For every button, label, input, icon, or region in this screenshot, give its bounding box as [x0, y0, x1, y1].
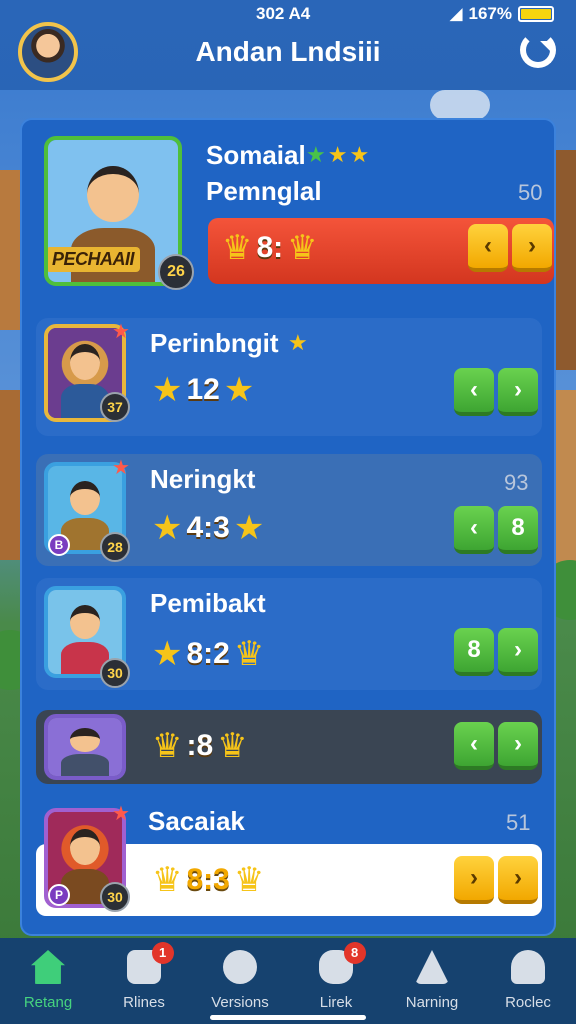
star-icon: ★	[152, 371, 183, 409]
level-badge: 26	[158, 254, 194, 290]
stat-value: 8:2	[186, 637, 230, 670]
list-item[interactable]: ♛ :8 ♛ ‹ ›	[36, 710, 542, 784]
player-name: Somaial	[206, 140, 306, 170]
stat-value: 4:3	[186, 511, 230, 544]
list-item[interactable]: PECHAAII 26 Somaial ★★★ Pemnglal 50 ♛ 8:…	[36, 120, 554, 304]
star-badge-icon: ★	[112, 321, 130, 343]
prev-button[interactable]: ‹	[468, 224, 508, 272]
nav-item-lirek[interactable]: 8 Lirek	[288, 938, 384, 1024]
leaderboard-panel: PECHAAII 26 Somaial ★★★ Pemnglal 50 ♛ 8:…	[20, 118, 556, 936]
next-button[interactable]: ›	[498, 856, 538, 904]
stat-value: 12	[186, 373, 220, 406]
player-name: Perinbngit	[150, 328, 279, 358]
star-icon: ♛	[233, 635, 265, 673]
action-buttons: ‹ ›	[468, 224, 552, 272]
stat-display: ★ 12 ★	[152, 370, 254, 410]
level-badge: 30	[100, 882, 130, 912]
nav-item-roclec[interactable]: Roclec	[480, 938, 576, 1024]
player-name: Sacaiak	[148, 806, 245, 836]
star-icon: ♛	[233, 861, 265, 899]
nav-label: Versions	[211, 994, 269, 1011]
next-button[interactable]: ›	[498, 368, 538, 416]
home-indicator	[210, 1015, 366, 1020]
level-badge: 28	[100, 532, 130, 562]
star-icon: ★	[223, 371, 255, 409]
refresh-icon[interactable]	[520, 32, 556, 68]
nav-label: Lirek	[319, 994, 353, 1011]
warning-icon	[415, 950, 449, 984]
action-buttons: ‹ ›	[454, 722, 538, 770]
star-icon: ♛	[287, 229, 318, 267]
star-icon: ♛	[217, 727, 248, 765]
star-rating: ★	[288, 330, 310, 355]
player-name: Pemibakt	[150, 588, 266, 618]
action-buttons: ‹ 8	[454, 506, 538, 554]
nav-item-narning[interactable]: Narning	[384, 938, 480, 1024]
level-badge: 37	[100, 392, 130, 422]
star-icon: ★	[233, 509, 265, 547]
prev-button[interactable]: ›	[454, 856, 494, 904]
stat-display: ♛ 8:3 ♛	[152, 860, 264, 900]
star-icon: ♛	[152, 727, 183, 765]
stat-display: ♛ 8: ♛	[222, 228, 318, 268]
character-banner: PECHAAII	[48, 247, 141, 272]
star-icon: ♛	[222, 229, 253, 267]
level-badge: 30	[100, 658, 130, 688]
player-score: 50	[518, 180, 543, 205]
nav-item-rlines[interactable]: 1 Rlines	[96, 938, 192, 1024]
star-badge-icon: ★	[112, 457, 130, 479]
nav-item-versions[interactable]: Versions	[192, 938, 288, 1024]
nav-item-retang[interactable]: Retang	[0, 938, 96, 1024]
stat-value: :8	[186, 729, 214, 762]
rank-badge: P	[48, 884, 70, 906]
app-header: Andan Lndsiii	[0, 18, 576, 90]
action-buttons: ‹ ›	[454, 368, 538, 416]
page-title: Andan Lndsiii	[195, 36, 381, 67]
nav-label: Rlines	[123, 994, 165, 1011]
notification-badge: 8	[343, 942, 366, 964]
player-score: 93	[504, 470, 529, 495]
next-button[interactable]: ›	[498, 628, 538, 676]
prev-button[interactable]: ‹	[454, 368, 494, 416]
star-icon: ★	[152, 509, 183, 547]
bottom-nav: Retang 1 Rlines Versions 8 Lirek Narning…	[0, 938, 576, 1024]
camera-icon	[223, 950, 257, 984]
stat-display: ★ 8:2 ♛	[152, 634, 264, 674]
star-badge-icon: ★	[112, 803, 130, 825]
nav-label: Narning	[405, 994, 459, 1011]
rank-badge: B	[48, 534, 70, 556]
prev-button[interactable]: ‹	[454, 722, 494, 770]
home-icon	[31, 950, 65, 984]
player-subtitle: Pemnglal	[206, 176, 322, 206]
profile-icon	[511, 950, 545, 984]
next-button[interactable]: ›	[512, 224, 552, 272]
player-score: 51	[506, 810, 531, 835]
star-icon: ★	[152, 635, 183, 673]
prev-button[interactable]: ‹	[454, 506, 494, 554]
character-thumbnail	[44, 714, 126, 780]
stat-display: ♛ :8 ♛	[152, 726, 248, 766]
action-buttons: › ›	[454, 856, 538, 904]
list-item[interactable]: ★ 37 Perinbngit ★ ★ 12 ★ ‹ ›	[36, 318, 542, 436]
stat-display: ★ 4:3 ★	[152, 508, 264, 548]
stat-value: 8:3	[186, 863, 230, 896]
star-icon: ♛	[152, 861, 183, 899]
next-button[interactable]: 8	[498, 506, 538, 554]
prev-button[interactable]: 8	[454, 628, 494, 676]
notification-badge: 1	[151, 942, 174, 964]
list-item[interactable]: Sacaiak 51 ★ P 30 ♛ 8:3 ♛ › ›	[36, 796, 542, 920]
player-name: Neringkt	[150, 464, 256, 494]
next-button[interactable]: ›	[498, 722, 538, 770]
list-item[interactable]: ★ B 28 Neringkt 93 ★ 4:3 ★ ‹ 8	[36, 454, 542, 566]
nav-label: Roclec	[505, 994, 551, 1011]
stat-value: 8:	[256, 231, 284, 264]
star-rating: ★★★	[306, 142, 372, 167]
list-item[interactable]: 30 Pemibakt ★ 8:2 ♛ 8 ›	[36, 578, 542, 690]
nav-label: Retang	[23, 994, 73, 1011]
action-buttons: 8 ›	[454, 628, 538, 676]
